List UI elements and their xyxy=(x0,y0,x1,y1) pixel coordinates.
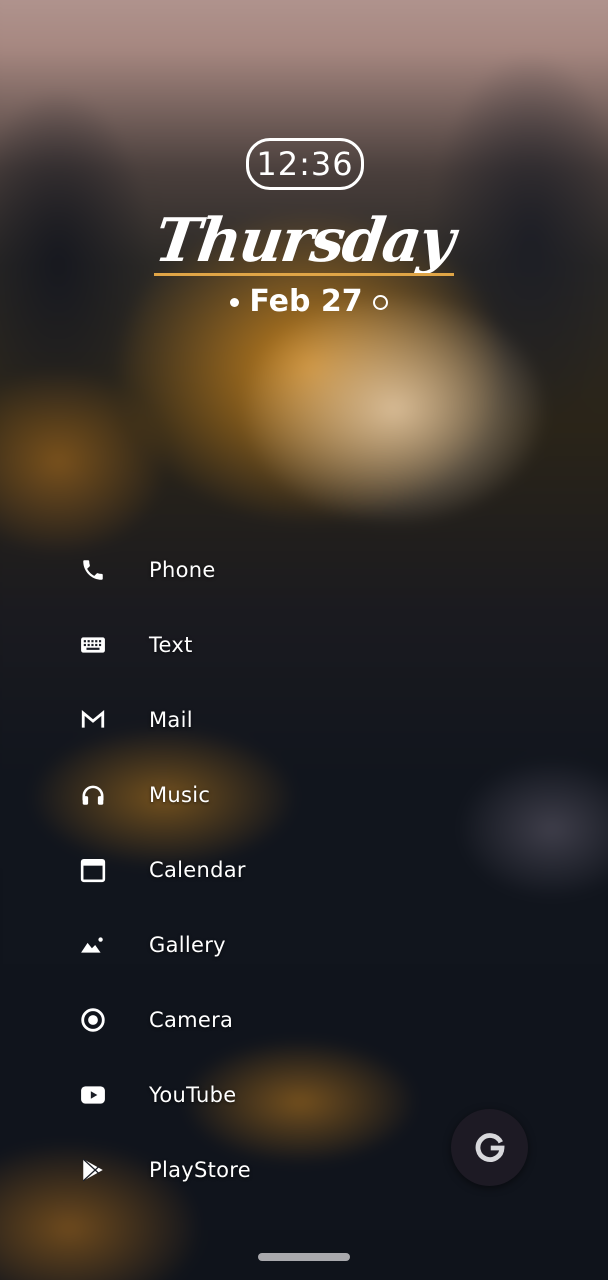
date-widget[interactable]: Feb 27 xyxy=(224,282,394,322)
app-item-music[interactable]: Music xyxy=(0,757,400,832)
home-screen: 12:36 Thursday Feb 27 Phone Text Mail Mu… xyxy=(0,0,608,1280)
youtube-icon xyxy=(80,1082,106,1108)
weekday-underline xyxy=(154,273,454,276)
app-item-mail[interactable]: Mail xyxy=(0,682,400,757)
keyboard-icon xyxy=(80,632,106,658)
dot-right xyxy=(372,294,388,310)
clock-widget[interactable]: 12:36 xyxy=(246,138,364,190)
app-label-calendar: Calendar xyxy=(149,857,246,882)
app-label-camera: Camera xyxy=(149,1007,234,1032)
camera-icon xyxy=(80,1007,106,1033)
calendar-icon xyxy=(80,857,106,883)
app-item-playstore[interactable]: PlayStore xyxy=(0,1132,400,1207)
app-item-text[interactable]: Text xyxy=(0,607,400,682)
app-label-music: Music xyxy=(149,782,211,807)
app-label-playstore: PlayStore xyxy=(149,1157,251,1182)
google-search-button[interactable] xyxy=(451,1109,528,1186)
app-item-youtube[interactable]: YouTube xyxy=(0,1057,400,1132)
app-item-calendar[interactable]: Calendar xyxy=(0,832,400,907)
app-list: Phone Text Mail Music Calendar Gallery C… xyxy=(0,532,400,1207)
app-item-phone[interactable]: Phone xyxy=(0,532,400,607)
mail-icon xyxy=(80,707,106,733)
app-label-gallery: Gallery xyxy=(149,932,226,957)
app-label-youtube: YouTube xyxy=(149,1082,237,1107)
app-item-camera[interactable]: Camera xyxy=(0,982,400,1057)
dot-left xyxy=(230,297,240,307)
google-icon xyxy=(475,1132,504,1162)
headphones-icon xyxy=(80,782,106,808)
date-label: Feb 27 xyxy=(249,284,363,319)
gesture-nav-handle[interactable] xyxy=(258,1253,350,1261)
app-item-gallery[interactable]: Gallery xyxy=(0,907,400,982)
gallery-icon xyxy=(80,932,106,958)
app-label-mail: Mail xyxy=(149,707,193,732)
phone-icon xyxy=(80,557,106,583)
playstore-icon xyxy=(80,1157,106,1183)
app-label-phone: Phone xyxy=(149,557,216,582)
app-label-text: Text xyxy=(149,632,193,657)
